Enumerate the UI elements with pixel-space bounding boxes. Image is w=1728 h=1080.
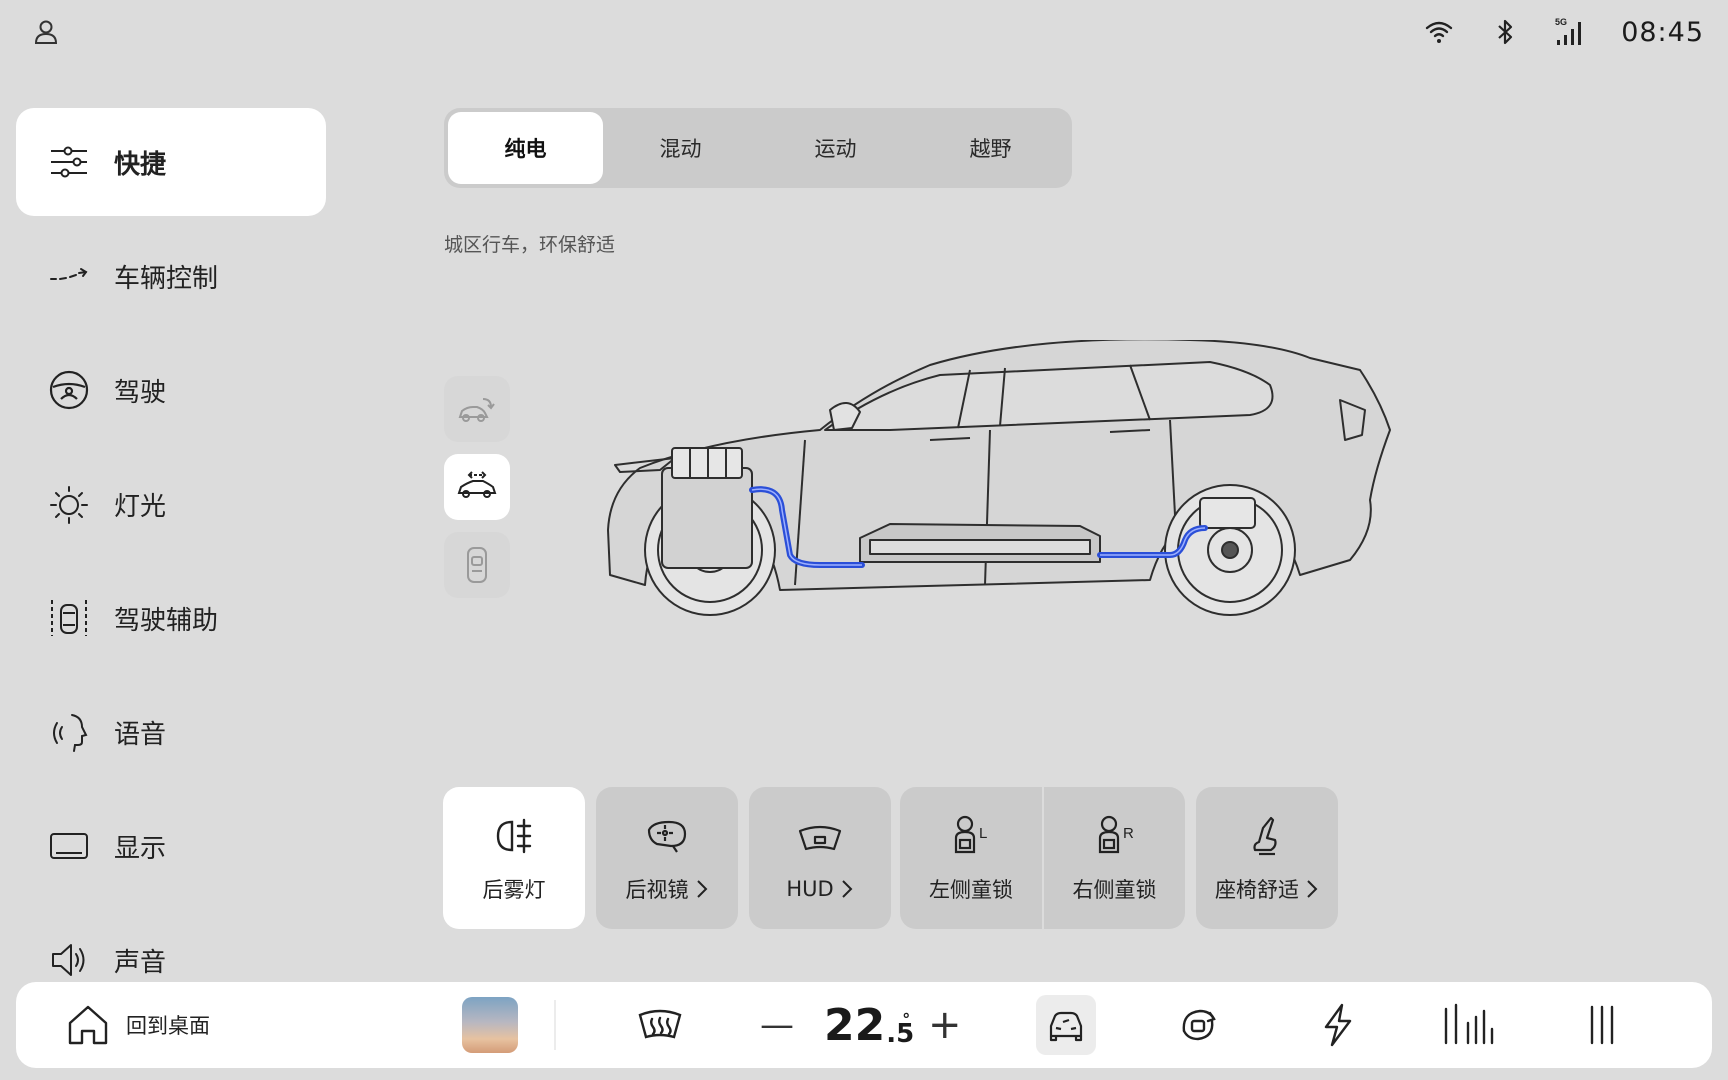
dock-divider (554, 1000, 556, 1050)
cellular-signal-icon: 5G (1555, 16, 1587, 48)
child-lock-right-button[interactable]: R 右侧童锁 (1044, 787, 1185, 929)
car-seat-view-icon (467, 547, 487, 583)
hud-icon (796, 815, 844, 863)
sidebar-item-vehicle-control[interactable]: 车辆控制 (16, 222, 326, 330)
tile-label: 后视镜 (625, 878, 689, 902)
temperature-display: 22 .5 ° (824, 982, 914, 1068)
mirror-button[interactable]: 后视镜 (596, 787, 738, 929)
sidebar: 快捷 车辆控制 驾驶 灯光 驾驶辅助 语音 显示 声音 (16, 108, 326, 1020)
sidebar-item-voice[interactable]: 语音 (16, 678, 326, 786)
sidebar-item-label: 灯光 (114, 491, 167, 522)
sidebar-item-lights[interactable]: 灯光 (16, 450, 326, 558)
mirror-icon (643, 812, 691, 860)
clock: 08:45 (1621, 16, 1704, 48)
hud-button[interactable]: HUD (749, 787, 891, 929)
steering-wheel-icon (48, 369, 90, 411)
temp-integer: 22 (824, 999, 886, 1051)
sidebar-item-label: 快捷 (114, 149, 167, 180)
car-side-view-icon (457, 471, 497, 498)
album-art (462, 997, 518, 1053)
tab-pure-electric[interactable]: 纯电 (448, 112, 603, 184)
tab-sport[interactable]: 运动 (758, 112, 913, 184)
drive-mode-tabs: 纯电 混动 运动 越野 (444, 108, 1072, 188)
voice-icon (48, 711, 90, 753)
seat-comfort-button[interactable]: 座椅舒适 (1196, 787, 1338, 929)
speaker-icon (48, 939, 90, 981)
air-circulation-button[interactable] (1174, 982, 1222, 1068)
sidebar-item-label: 驾驶辅助 (114, 605, 219, 636)
vehicle-status-button[interactable] (1036, 982, 1096, 1068)
view-toggle-seats[interactable] (444, 532, 510, 598)
child-lock-left-badge: L (979, 825, 987, 842)
seat-icon (1243, 812, 1291, 860)
child-lock-right-badge: R (1123, 825, 1134, 842)
sidebar-item-driving[interactable]: 驾驶 (16, 336, 326, 444)
status-bar: 5G 08:45 (1423, 12, 1704, 52)
temp-increase-button[interactable]: + (928, 982, 962, 1068)
child-lock-group: L 左侧童锁 R 右侧童锁 (900, 787, 1185, 929)
driving-assist-icon (48, 597, 90, 639)
view-toggle-rotate[interactable] (444, 376, 510, 442)
child-lock-right-icon: R (1091, 812, 1139, 860)
tab-offroad[interactable]: 越野 (913, 112, 1068, 184)
sliders-icon (48, 141, 90, 183)
home-button[interactable]: 回到桌面 (64, 982, 210, 1068)
sidebar-item-display[interactable]: 显示 (16, 792, 326, 900)
chevron-right-icon (696, 880, 707, 898)
defrost-button[interactable] (636, 982, 684, 1068)
tile-label: HUD (786, 877, 834, 901)
vehicle-control-icon (48, 255, 90, 297)
sidebar-item-label: 显示 (114, 833, 167, 864)
user-icon[interactable] (32, 18, 60, 46)
sidebar-item-label: 驾驶 (114, 377, 167, 408)
media-thumbnail[interactable] (462, 982, 518, 1068)
tile-label: 左侧童锁 (929, 878, 1013, 902)
child-lock-left-button[interactable]: L 左侧童锁 (900, 787, 1042, 929)
rear-fog-light-button[interactable]: 后雾灯 (443, 787, 585, 929)
temp-decrease-button[interactable]: — (760, 982, 794, 1068)
seat-heat-bars-icon (1440, 1001, 1500, 1049)
sidebar-item-quick[interactable]: 快捷 (16, 108, 326, 216)
seat-heating-button[interactable] (1440, 982, 1500, 1068)
tab-hybrid[interactable]: 混动 (603, 112, 758, 184)
tile-label: 右侧童锁 (1072, 878, 1157, 902)
multimedia-button[interactable] (1584, 982, 1644, 1068)
car-front-icon (1049, 1011, 1083, 1042)
rear-fog-light-icon (490, 812, 538, 860)
child-lock-left-icon: L (947, 812, 995, 860)
view-toggle-side[interactable] (444, 454, 510, 520)
temp-unit: ° (902, 1009, 911, 1029)
sidebar-item-label: 车辆控制 (114, 263, 219, 294)
menu-bars-icon (1584, 1001, 1644, 1049)
home-icon (64, 1001, 112, 1049)
air-recirculation-icon (1174, 1001, 1222, 1049)
bluetooth-icon[interactable] (1489, 16, 1521, 48)
vehicle-powertrain-illustration (607, 340, 1391, 616)
wifi-icon[interactable] (1423, 16, 1455, 48)
car-rotate-icon (458, 398, 495, 422)
lightning-icon (1314, 1001, 1362, 1049)
mode-description: 城区行车，环保舒适 (444, 234, 616, 256)
energy-button[interactable] (1314, 982, 1362, 1068)
chevron-right-icon (1307, 880, 1318, 898)
sidebar-item-driving-assist[interactable]: 驾驶辅助 (16, 564, 326, 672)
sidebar-item-label: 语音 (114, 719, 167, 750)
windshield-defrost-icon (636, 1001, 684, 1049)
sidebar-item-label: 声音 (114, 947, 167, 978)
chevron-right-icon (841, 880, 853, 898)
light-icon (48, 483, 90, 525)
home-label: 回到桌面 (126, 1014, 210, 1038)
tile-label: 后雾灯 (482, 878, 546, 902)
bottom-dock: 回到桌面 — 22 .5 ° + (16, 982, 1712, 1068)
signal-label: 5G (1555, 17, 1567, 27)
tile-label: 座椅舒适 (1215, 878, 1299, 902)
display-icon (48, 825, 90, 867)
